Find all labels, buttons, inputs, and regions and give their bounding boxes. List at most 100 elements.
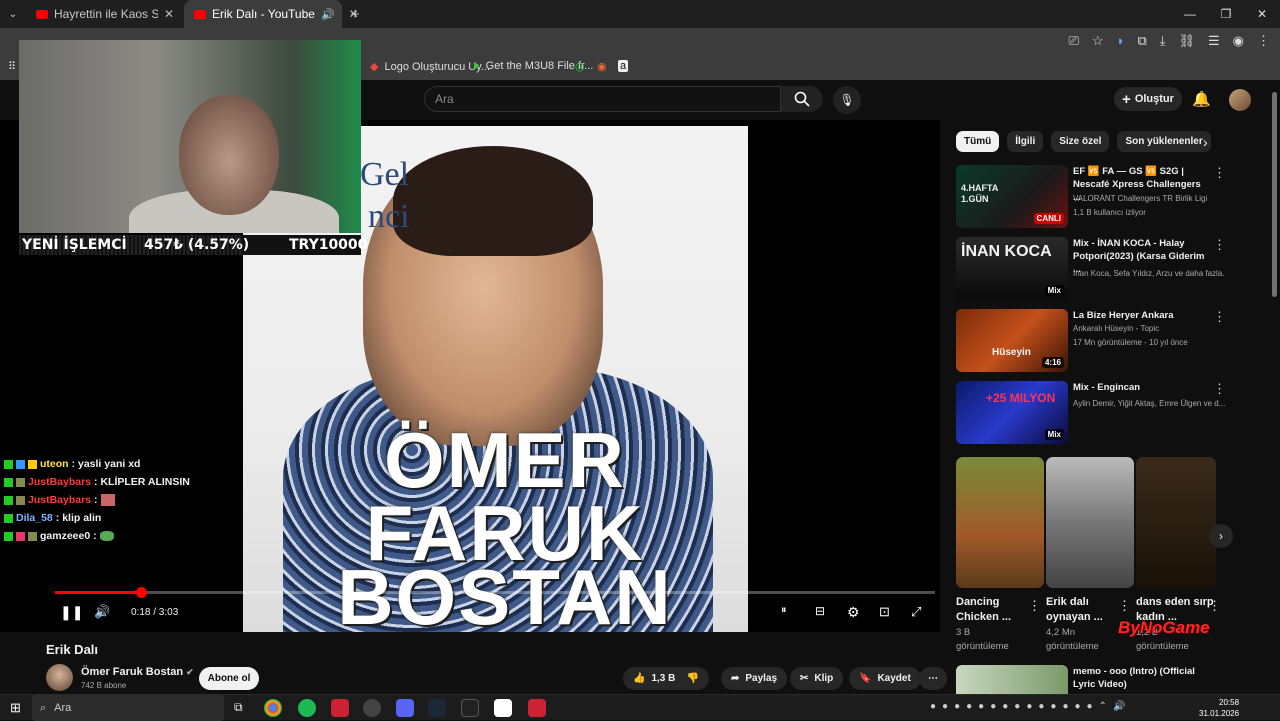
- save-button[interactable]: 🔖 Kaydet: [849, 667, 921, 690]
- subscribe-button[interactable]: Abone ol: [199, 667, 259, 690]
- chat-user: Dila_58: [16, 512, 53, 524]
- minimize-icon[interactable]: —: [1172, 0, 1208, 28]
- cast-icon[interactable]: ⎚: [1069, 33, 1079, 49]
- short-title[interactable]: Dancing Chicken ...: [956, 595, 1036, 625]
- extension-icon[interactable]: ◗: [1117, 33, 1125, 49]
- taskbar-clock[interactable]: 20:58 31.01.2026: [1199, 697, 1239, 719]
- chat-line: JustBaybars :: [4, 491, 190, 509]
- like-icon[interactable]: 👍: [633, 673, 645, 684]
- restore-icon[interactable]: ❐: [1208, 0, 1244, 28]
- scrollbar[interactable]: [1272, 92, 1277, 297]
- progress-bar[interactable]: [55, 587, 935, 598]
- logo-icon: ◆: [370, 61, 379, 73]
- search-icon: ⌕: [40, 701, 47, 714]
- settings-icon[interactable]: ⚙: [847, 604, 860, 621]
- video-thumbnail[interactable]: +25 MILYON Mix: [956, 381, 1068, 444]
- link-icon[interactable]: ⛓: [1178, 33, 1195, 49]
- short-thumbnail[interactable]: [1136, 457, 1216, 588]
- video-thumbnail[interactable]: Hüseyin 4:16: [956, 309, 1068, 372]
- pause-icon[interactable]: ❚❚: [60, 604, 83, 621]
- more-icon[interactable]: ⋮: [1118, 598, 1131, 614]
- bookmark-orange-icon[interactable]: ◉: [597, 60, 607, 73]
- app-icon[interactable]: [528, 699, 546, 717]
- voice-search-button[interactable]: 🎙: [833, 86, 861, 114]
- tab-search-icon[interactable]: ⌄: [0, 9, 26, 20]
- clip-button[interactable]: ✂ Klip: [790, 667, 844, 690]
- share-button[interactable]: ➦ Paylaş: [721, 667, 788, 690]
- autoplay-toggle[interactable]: ⏸: [781, 604, 787, 617]
- chrome-icon[interactable]: [264, 699, 282, 717]
- more-icon[interactable]: ⋮: [1213, 381, 1226, 397]
- obs-icon[interactable]: [363, 699, 381, 717]
- tabs-icon[interactable]: ☰: [1208, 33, 1220, 49]
- star-icon[interactable]: ☆: [1092, 33, 1104, 49]
- epic-games-icon[interactable]: [461, 699, 479, 717]
- more-icon[interactable]: ⋮: [1213, 309, 1226, 325]
- steam-icon[interactable]: [428, 699, 446, 717]
- volume-icon[interactable]: 🔊: [94, 604, 110, 620]
- chips-next-icon[interactable]: ›: [1203, 134, 1208, 150]
- mic-icon: 🎙: [839, 93, 855, 107]
- discord-icon[interactable]: [396, 699, 414, 717]
- recommendation-item[interactable]: 4.HAFTA 1.GÜN CANLI EF 🆚 FA — GS 🆚 S2G |…: [956, 165, 1226, 231]
- more-icon[interactable]: ⋮: [1028, 598, 1041, 614]
- capcut-icon[interactable]: [494, 699, 512, 717]
- more-icon[interactable]: ⋮: [1208, 598, 1221, 614]
- recommendation-item[interactable]: Hüseyin 4:16 La Bize Heryer Ankara Ankar…: [956, 309, 1226, 375]
- bell-icon[interactable]: 🔔: [1192, 90, 1211, 108]
- short-thumbnail[interactable]: [1046, 457, 1134, 588]
- system-tray[interactable]: ●●●●●●●●●●●●●●⌃🔊: [930, 701, 1131, 712]
- video-thumbnail[interactable]: 4.HAFTA 1.GÜN CANLI: [956, 165, 1068, 228]
- windows-start-icon[interactable]: ⊞: [10, 700, 21, 716]
- chip-all[interactable]: Tümü: [956, 131, 1000, 152]
- spotify-icon[interactable]: [298, 699, 316, 717]
- chip-for-you[interactable]: Size özel: [1051, 131, 1110, 152]
- dislike-icon[interactable]: 👎: [687, 673, 699, 684]
- apps-icon[interactable]: ⠿: [8, 60, 16, 73]
- channel-avatar[interactable]: [46, 664, 73, 691]
- profile-icon[interactable]: ◉: [1233, 33, 1244, 49]
- close-window-icon[interactable]: ✕: [1244, 0, 1280, 28]
- shorts-next-button[interactable]: ›: [1209, 524, 1233, 548]
- create-button[interactable]: + Oluştur: [1114, 87, 1182, 111]
- more-icon[interactable]: ⋮: [1213, 165, 1226, 181]
- menu-icon[interactable]: ⋮: [1257, 33, 1270, 49]
- search-input[interactable]: Ara: [424, 86, 781, 112]
- download-icon[interactable]: ⤓: [1160, 33, 1166, 49]
- amazon-icon[interactable]: a: [618, 60, 629, 72]
- chip-related[interactable]: İlgili: [1007, 131, 1044, 152]
- fullscreen-icon[interactable]: ⤢: [911, 604, 921, 620]
- channel-name[interactable]: Ömer Faruk Bostan ✔: [81, 666, 194, 678]
- video-thumbnail[interactable]: İNAN KOCA Mix: [956, 237, 1068, 300]
- tab-erik-dali[interactable]: Erik Dalı - YouTube 🔊 ✕: [184, 0, 359, 28]
- new-tab-icon[interactable]: +: [342, 6, 368, 23]
- short-thumbnail[interactable]: [956, 457, 1044, 588]
- live-badge: CANLI: [1033, 213, 1064, 224]
- short-title[interactable]: Erik dalı oynayan ...: [1046, 595, 1126, 625]
- mix-badge: Mix: [1044, 429, 1064, 440]
- more-actions-button[interactable]: ⋯: [919, 667, 947, 690]
- miniplayer-icon[interactable]: ⊡: [879, 604, 890, 620]
- chip-recent[interactable]: Son yüklenenler: [1117, 131, 1211, 152]
- video-thumbnail[interactable]: [956, 665, 1068, 694]
- video-channel: Ankaralı Hüseyin - Topic: [1073, 324, 1160, 333]
- video-title[interactable]: memo - ooo (Intro) (Official Lyric Video…: [1073, 665, 1203, 691]
- whatsapp-icon[interactable]: ◎: [575, 60, 585, 73]
- video-title[interactable]: Mix - Engincan: [1073, 381, 1208, 394]
- recommendation-item[interactable]: İNAN KOCA Mix Mix - İNAN KOCA - Halay Po…: [956, 237, 1226, 303]
- user-avatar[interactable]: [1229, 89, 1251, 111]
- search-button[interactable]: [781, 86, 823, 112]
- task-view-icon[interactable]: ⧉: [234, 700, 243, 715]
- taskbar-search[interactable]: ⌕ Ara: [32, 695, 224, 721]
- recommendation-item[interactable]: +25 MILYON Mix Mix - Engincan Aylin Demi…: [956, 381, 1226, 447]
- speaker-icon[interactable]: 🔊: [321, 8, 335, 21]
- like-count[interactable]: 1,3 B: [651, 673, 675, 684]
- app-icon[interactable]: [331, 699, 349, 717]
- video-title[interactable]: La Bize Heryer Ankara: [1073, 309, 1208, 322]
- puzzle-icon[interactable]: ⧉: [1137, 33, 1146, 49]
- subtitles-icon[interactable]: ⊟: [815, 604, 825, 618]
- webcam-head: [179, 95, 279, 215]
- more-icon[interactable]: ⋮: [1213, 237, 1226, 253]
- tab-kaos-show[interactable]: Hayrettin ile Kaos Show - 2.Sez ✕: [26, 0, 184, 28]
- close-tab-icon[interactable]: ✕: [164, 7, 174, 21]
